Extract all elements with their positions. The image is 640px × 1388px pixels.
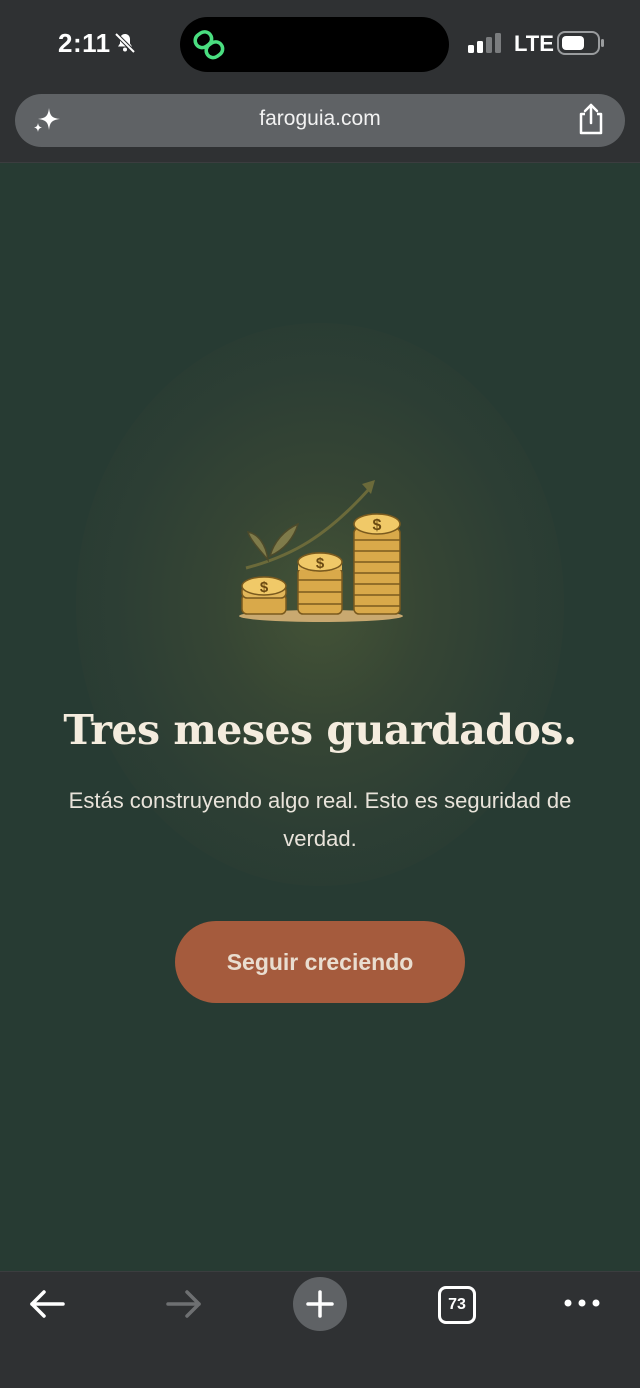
svg-text:$: $ (373, 517, 382, 534)
page-subtitle: Estás construyendo algo real. Esto es se… (68, 788, 572, 851)
battery-icon (557, 31, 604, 55)
share-icon[interactable] (575, 102, 607, 136)
back-arrow-icon[interactable] (28, 1287, 66, 1321)
signal-icon (468, 33, 501, 53)
new-tab-button[interactable] (293, 1277, 347, 1331)
svg-text:$: $ (260, 579, 269, 596)
bell-slash-icon (114, 32, 136, 54)
status-time: 2:11 (58, 28, 111, 58)
tabs-icon[interactable]: 73 (438, 1286, 476, 1324)
svg-text:$: $ (316, 555, 325, 572)
continue-button[interactable]: Seguir creciendo (175, 921, 465, 1003)
coin-stacks-growth-icon: $ $ $ (239, 480, 403, 622)
plus-icon (306, 1290, 334, 1318)
forward-arrow-icon[interactable] (165, 1287, 203, 1321)
page-title: Tres meses guardados. (63, 706, 577, 754)
link-icon (193, 30, 225, 60)
url-text[interactable]: faroguia.com (0, 107, 640, 131)
network-type: LTE (514, 31, 554, 56)
more-icon[interactable] (563, 1295, 601, 1311)
